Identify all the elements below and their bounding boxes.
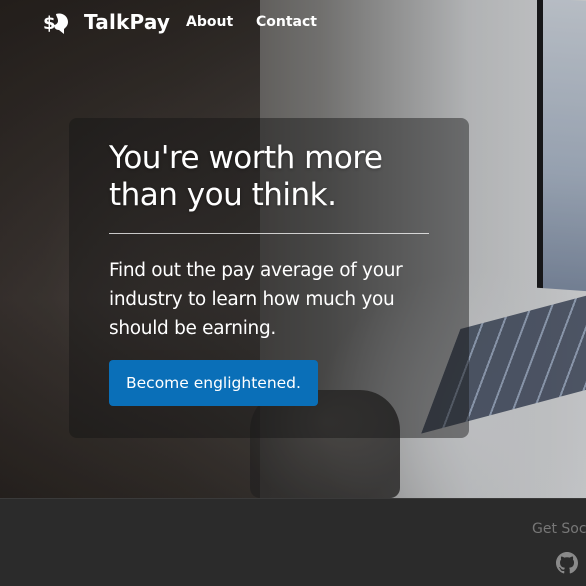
brand-name: TalkPay: [84, 10, 171, 34]
nav-link-about[interactable]: About: [186, 14, 233, 30]
github-icon[interactable]: [556, 552, 578, 574]
page: $ TalkPay About Contact You're worth mor…: [0, 0, 586, 586]
brand-link[interactable]: $ TalkPay: [42, 8, 170, 36]
footer-social-label: Get Social: [532, 521, 586, 537]
become-enlightened-button[interactable]: Become englightened.: [109, 360, 318, 406]
hero-card: You're worth more than you think. Find o…: [69, 118, 469, 438]
money-talk-icon: $: [42, 8, 70, 36]
hero-lead-text: Find out the pay average of your industr…: [109, 260, 403, 339]
nav-link-contact[interactable]: Contact: [256, 14, 317, 30]
footer: Get Social: [0, 498, 586, 586]
hero-divider: [109, 233, 429, 234]
svg-text:$: $: [43, 13, 56, 34]
hero-headline: You're worth more than you think.: [109, 140, 383, 213]
navbar: $ TalkPay About Contact: [0, 0, 586, 46]
